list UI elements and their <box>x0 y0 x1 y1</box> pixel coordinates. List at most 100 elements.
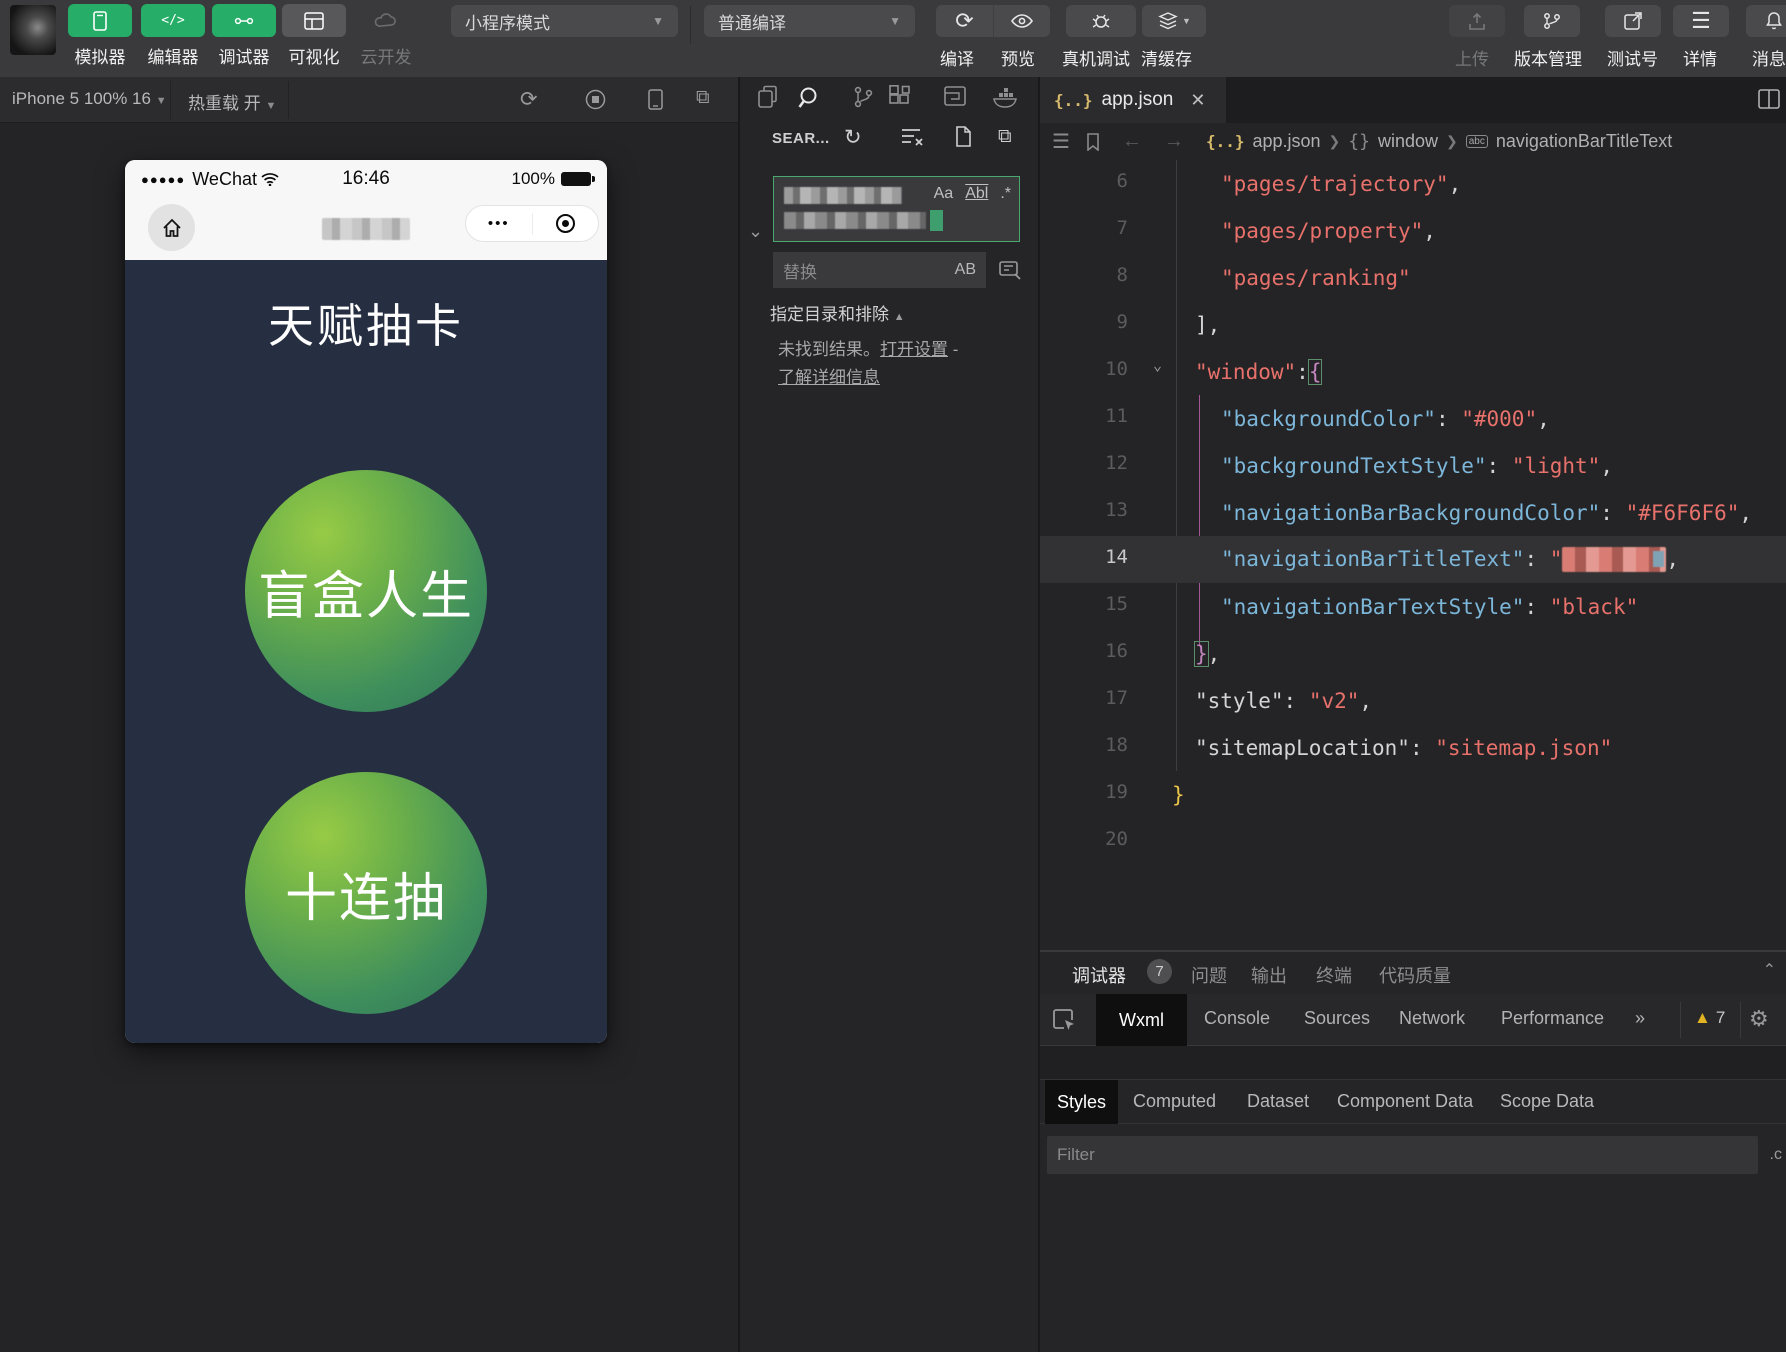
editor-toggle-button[interactable]: </> 编辑器 <box>141 4 205 68</box>
tab-app-json[interactable]: {..} app.json ✕ <box>1040 77 1226 123</box>
clear-cache-button[interactable]: ▼ <box>1142 5 1206 37</box>
phone-view-icon[interactable] <box>648 89 663 110</box>
gutter[interactable]: 12 <box>1040 442 1170 489</box>
devtools-tab-network[interactable]: Network <box>1399 1008 1465 1029</box>
compile-mode-dropdown[interactable]: 普通编译 ▼ <box>704 5 915 37</box>
nav-back-icon[interactable]: ← <box>1122 130 1142 153</box>
replace-all-icon[interactable] <box>997 256 1023 282</box>
gutter[interactable]: 20 <box>1040 818 1170 865</box>
code-line-12[interactable]: 12"backgroundTextStyle": "light", <box>1040 442 1786 489</box>
tab-debugger[interactable]: 调试器 <box>1072 962 1126 996</box>
warning-counter[interactable]: ▲7 <box>1694 1008 1725 1028</box>
editor-layout-icon[interactable] <box>943 85 967 107</box>
code-line-7[interactable]: 7"pages/property", <box>1040 207 1786 254</box>
code-line-19[interactable]: 19} <box>1040 771 1786 818</box>
gutter[interactable]: 16 <box>1040 630 1170 677</box>
extensions-icon[interactable] <box>888 85 912 109</box>
split-editor-icon[interactable] <box>1758 89 1780 109</box>
dir-exclude-toggle[interactable]: 指定目录和排除 ▲ <box>770 300 905 325</box>
code-line-17[interactable]: 17"style": "v2", <box>1040 677 1786 724</box>
chevron-down-icon[interactable]: ⌄ <box>748 221 763 242</box>
breadcrumb-file[interactable]: app.json <box>1252 131 1320 152</box>
tab-styles[interactable]: Styles <box>1045 1080 1118 1124</box>
tab-scope-data[interactable]: Scope Data <box>1500 1091 1594 1112</box>
close-icon[interactable]: ✕ <box>1190 90 1205 111</box>
ten-draw-button[interactable]: 十连抽 <box>245 772 487 1014</box>
gutter[interactable]: 18 <box>1040 724 1170 771</box>
visualization-button[interactable]: 可视化 <box>282 4 346 68</box>
collapse-panel-icon[interactable]: ⌃ <box>1763 960 1776 980</box>
home-button[interactable] <box>148 204 195 251</box>
code-line-11[interactable]: 11"backgroundColor": "#000", <box>1040 395 1786 442</box>
compile-button[interactable]: ⟳ <box>936 5 993 37</box>
open-search-editor-icon[interactable] <box>953 126 973 148</box>
cloud-dev-button[interactable]: 云开发 <box>354 4 418 68</box>
gutter[interactable]: 13 <box>1040 489 1170 536</box>
replace-input[interactable]: 替换 AB <box>773 252 986 288</box>
device-debug-button[interactable] <box>1066 5 1136 37</box>
mode-dropdown[interactable]: 小程序模式 ▼ <box>451 5 678 37</box>
code-line-13[interactable]: 13"navigationBarBackgroundColor": "#F6F6… <box>1040 489 1786 536</box>
gutter[interactable]: 6 <box>1040 160 1170 207</box>
code-line-6[interactable]: 6"pages/trajectory", <box>1040 160 1786 207</box>
code-line-10[interactable]: 10⌄"window":{ <box>1040 348 1786 395</box>
code-line-16[interactable]: 16}, <box>1040 630 1786 677</box>
test-account-button[interactable] <box>1605 5 1661 37</box>
inspect-element-icon[interactable] <box>1052 1007 1078 1033</box>
preserve-case-icon[interactable]: AB <box>955 261 976 279</box>
version-mgmt-button[interactable] <box>1524 5 1580 37</box>
code-line-14[interactable]: 14"navigationBarTitleText": ", <box>1040 536 1786 583</box>
devtools-tab-performance[interactable]: Performance <box>1501 1008 1604 1029</box>
bookmark-icon[interactable] <box>1086 133 1100 151</box>
debugger-toggle-button[interactable]: 调试器 <box>212 4 276 68</box>
cascade-windows-icon[interactable]: ⧉ <box>696 87 710 109</box>
more-button[interactable]: ••• <box>466 215 532 232</box>
refresh-icon[interactable]: ⟳ <box>520 87 538 112</box>
devtools-tab-wxml[interactable]: Wxml <box>1096 994 1187 1046</box>
expand-search-icon[interactable]: ⧉ <box>998 126 1012 148</box>
gutter[interactable]: 10⌄ <box>1040 348 1170 395</box>
device-dropdown[interactable]: iPhone 5 100% 16 ▼ <box>12 89 167 109</box>
learn-more-link[interactable]: 了解详细信息 <box>778 368 880 387</box>
messages-button[interactable] <box>1746 5 1786 37</box>
code-line-18[interactable]: 18"sitemapLocation": "sitemap.json" <box>1040 724 1786 771</box>
clear-results-icon[interactable] <box>900 127 924 147</box>
preview-button[interactable] <box>993 5 1050 37</box>
upload-button[interactable] <box>1449 5 1505 37</box>
docker-icon[interactable] <box>992 85 1020 109</box>
hot-reload-dropdown[interactable]: 热重载 开 ▼ <box>188 89 276 114</box>
gutter[interactable]: 15 <box>1040 583 1170 630</box>
filter-input[interactable]: Filter <box>1047 1136 1758 1174</box>
cls-toggle[interactable]: .c <box>1770 1146 1782 1164</box>
source-control-icon[interactable] <box>852 85 874 109</box>
search-icon[interactable] <box>797 85 823 111</box>
regex-icon[interactable]: .* <box>1000 185 1011 203</box>
tab-output[interactable]: 输出 <box>1251 962 1287 988</box>
outline-icon[interactable]: ☰ <box>1052 129 1070 154</box>
code-line-15[interactable]: 15"navigationBarTextStyle": "black" <box>1040 583 1786 630</box>
code-line-20[interactable]: 20 <box>1040 818 1786 865</box>
refresh-results-icon[interactable]: ↻ <box>844 125 862 150</box>
exit-button[interactable] <box>533 214 599 233</box>
tab-computed[interactable]: Computed <box>1133 1091 1216 1112</box>
simulator-toggle-button[interactable]: 模拟器 <box>68 4 132 68</box>
devtools-tab-console[interactable]: Console <box>1204 1008 1270 1029</box>
search-input[interactable]: Aa Abl .* <box>773 176 1020 242</box>
blindbox-life-button[interactable]: 盲盒人生 <box>245 470 487 712</box>
details-button[interactable]: ☰ <box>1673 5 1729 37</box>
gutter[interactable]: 19 <box>1040 771 1170 818</box>
gutter[interactable]: 8 <box>1040 254 1170 301</box>
user-avatar[interactable] <box>10 5 56 55</box>
gutter[interactable]: 14 <box>1040 536 1170 583</box>
gutter[interactable]: 11 <box>1040 395 1170 442</box>
breadcrumb-object[interactable]: window <box>1378 131 1438 152</box>
tab-component-data[interactable]: Component Data <box>1337 1091 1473 1112</box>
whole-word-icon[interactable]: Abl <box>965 185 988 203</box>
tab-dataset[interactable]: Dataset <box>1247 1091 1309 1112</box>
explorer-icon[interactable] <box>757 85 779 109</box>
gutter[interactable]: 9 <box>1040 301 1170 348</box>
fold-icon[interactable]: ⌄ <box>1153 356 1162 374</box>
tab-terminal[interactable]: 终端 <box>1316 962 1352 988</box>
devtools-tab-sources[interactable]: Sources <box>1304 1008 1370 1029</box>
gutter[interactable]: 7 <box>1040 207 1170 254</box>
